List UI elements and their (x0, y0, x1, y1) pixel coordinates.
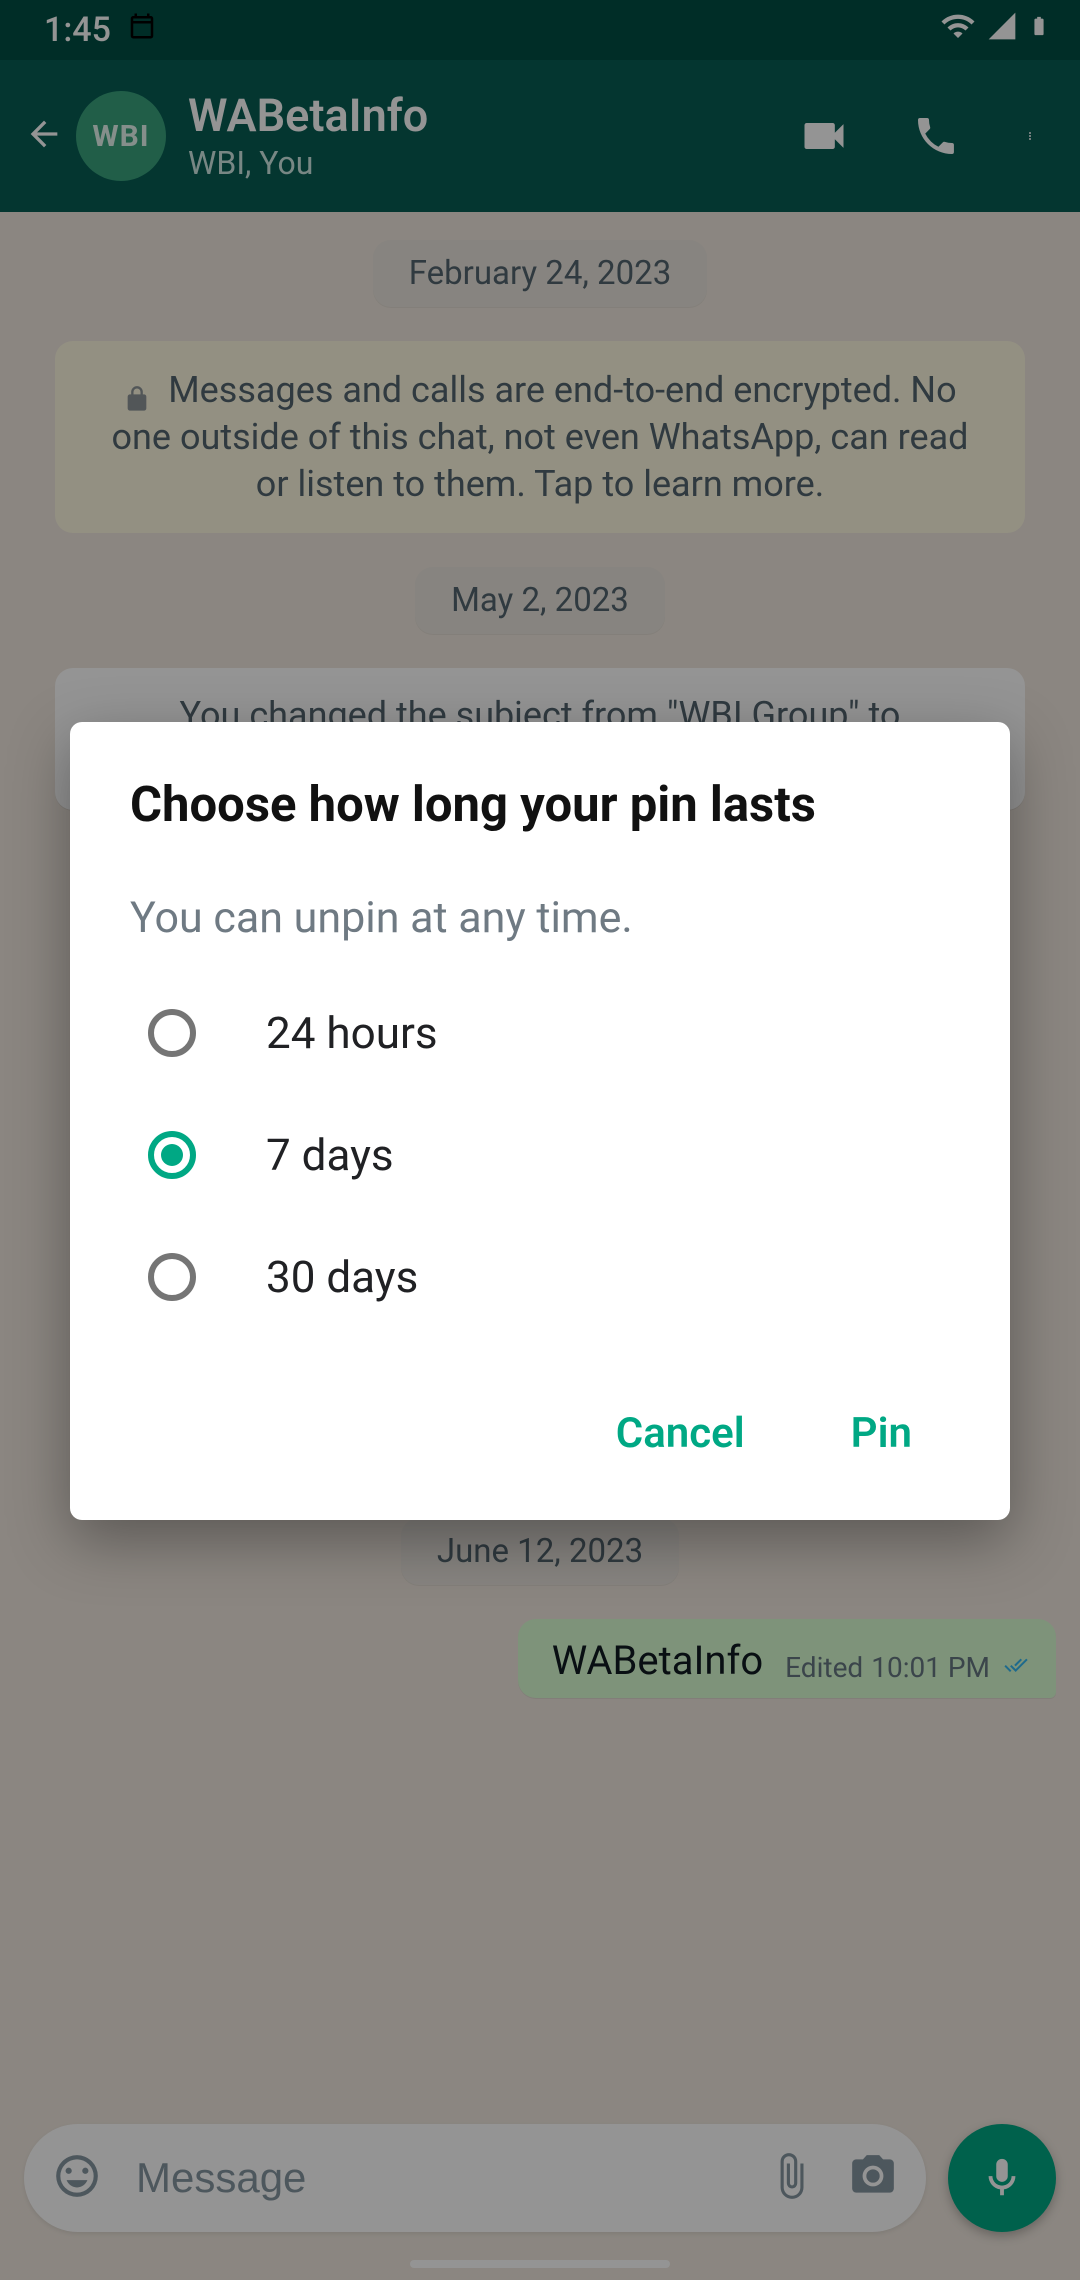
pin-confirm-button[interactable]: Pin (833, 1393, 930, 1474)
screen-root: 1:45 WBI WABetaInfo WBI, You (0, 0, 1080, 2280)
pin-option-7-days[interactable]: 7 days (148, 1129, 950, 1181)
dialog-actions: Cancel Pin (130, 1393, 950, 1484)
dialog-subtitle: You can unpin at any time. (130, 893, 950, 943)
pin-option-24-hours[interactable]: 24 hours (148, 1007, 950, 1059)
option-label: 30 days (266, 1251, 418, 1303)
radio-icon (148, 1253, 196, 1301)
radio-icon (148, 1009, 196, 1057)
pin-option-30-days[interactable]: 30 days (148, 1251, 950, 1303)
pin-options: 24 hours 7 days 30 days (130, 1007, 950, 1303)
option-label: 24 hours (266, 1007, 438, 1059)
option-label: 7 days (266, 1129, 394, 1181)
dialog-title: Choose how long your pin lasts (130, 776, 950, 833)
radio-icon (148, 1131, 196, 1179)
cancel-button[interactable]: Cancel (598, 1393, 763, 1474)
pin-duration-dialog: Choose how long your pin lasts You can u… (70, 722, 1010, 1520)
